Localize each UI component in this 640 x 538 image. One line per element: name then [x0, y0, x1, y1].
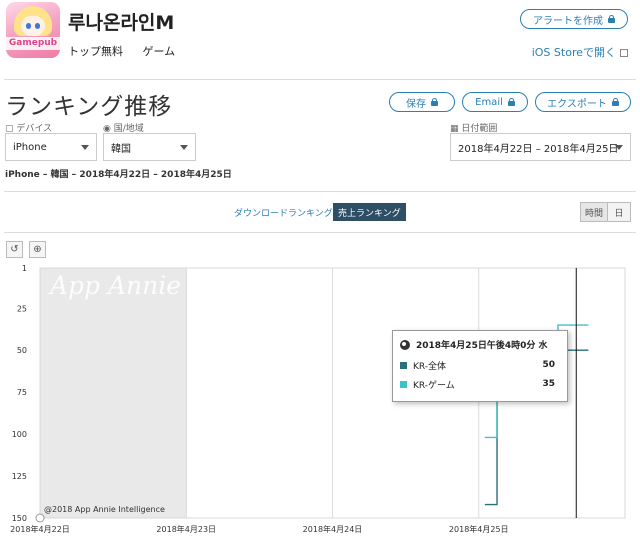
y-tick-label: 1 — [22, 264, 27, 273]
save-label: 保存 — [406, 98, 426, 110]
divider — [4, 232, 636, 233]
daily-toggle[interactable]: 日 — [607, 202, 631, 222]
globe-icon — [400, 339, 410, 350]
app-icon-badge: Gamepub — [6, 37, 60, 50]
chart-tooltip: 2018年4月25日午後4時0分 水 KR-全体 50 KR-ゲーム 35 — [392, 330, 568, 402]
chart-subtitle: iPhone – 韓国 – 2018年4月22日 – 2018年4月25日 — [5, 170, 232, 180]
device-select[interactable]: iPhone — [5, 133, 97, 161]
tooltip-series-name: KR-ゲーム — [413, 380, 455, 391]
lock-icon — [608, 15, 615, 23]
app-icon: Gamepub — [6, 2, 60, 58]
y-tick-label: 125 — [12, 472, 27, 481]
y-tick-label: 100 — [12, 430, 27, 439]
series-swatch — [400, 361, 407, 369]
chevron-down-icon — [615, 145, 623, 150]
y-tick-label: 25 — [17, 304, 27, 313]
page-title: ランキング推移 — [5, 94, 173, 120]
app-icon-eye — [35, 23, 40, 29]
app-categories: トップ無料 ゲーム — [68, 43, 175, 59]
create-alert-button[interactable]: アラートを作成 — [520, 9, 628, 29]
chevron-down-icon — [180, 145, 188, 150]
tooltip-series-value: 50 — [542, 360, 555, 370]
export-label: エクスポート — [547, 98, 607, 110]
email-label: Email — [475, 96, 503, 108]
undo-icon[interactable]: ↺ — [6, 241, 23, 258]
email-button[interactable]: Email — [462, 92, 528, 112]
download-ranking-tab[interactable]: ダウンロードランキング — [234, 206, 333, 219]
date-range-select[interactable]: 2018年4月22日 – 2018年4月25日 — [450, 133, 631, 161]
ios-store-label: iOS Storeで開く — [531, 46, 616, 59]
chart-shaded-region — [40, 268, 187, 518]
x-tick-label: 2018年4月24日 — [303, 524, 363, 534]
app-icon-eye — [26, 23, 31, 29]
x-tick-label: 2018年4月22日 — [10, 524, 70, 534]
category-genre[interactable]: ゲーム — [143, 45, 176, 58]
divider — [4, 79, 636, 80]
lock-icon — [431, 98, 438, 106]
tooltip-row: KR-ゲーム 35 — [400, 377, 555, 391]
tooltip-series-name: KR-全体 — [413, 361, 447, 372]
app-icon-face — [21, 16, 45, 36]
y-tick-label: 75 — [17, 388, 27, 397]
tooltip-datetime: 2018年4月25日午後4時0分 水 — [416, 341, 548, 351]
x-axis-handle — [35, 513, 45, 523]
lock-icon — [611, 98, 619, 106]
x-tick-label: 2018年4月23日 — [156, 524, 216, 534]
copyright-text: @2018 App Annie Intelligence — [44, 505, 165, 514]
chevron-down-icon — [81, 145, 89, 150]
zoom-in-icon[interactable]: ⊕ — [29, 241, 46, 258]
hourly-toggle[interactable]: 時間 — [580, 202, 608, 222]
revenue-ranking-tab[interactable]: 売上ランキング — [333, 203, 406, 221]
divider — [4, 191, 636, 192]
tooltip-header: 2018年4月25日午後4時0分 水 — [400, 338, 548, 351]
create-alert-label: アラートを作成 — [533, 15, 603, 27]
series-swatch — [400, 380, 407, 388]
device-value: iPhone — [13, 141, 47, 153]
country-value: 韓国 — [111, 143, 131, 155]
export-button[interactable]: エクスポート — [535, 92, 631, 112]
external-link-icon — [620, 49, 628, 57]
tooltip-row: KR-全体 50 — [400, 358, 555, 372]
save-button[interactable]: 保存 — [389, 92, 455, 112]
x-tick-label: 2018年4月25日 — [449, 524, 509, 534]
lock-icon — [507, 98, 515, 106]
y-tick-label: 50 — [17, 346, 27, 355]
app-title: 루나온라인M — [68, 12, 175, 34]
app-annie-watermark: App Annie — [50, 271, 182, 300]
y-tick-label: 150 — [12, 514, 27, 523]
category-rank-type[interactable]: トップ無料 — [68, 45, 123, 58]
date-range-value: 2018年4月22日 – 2018年4月25日 — [458, 143, 619, 155]
tooltip-series-value: 35 — [542, 379, 555, 389]
country-select[interactable]: 韓国 — [103, 133, 196, 161]
ios-store-link[interactable]: iOS Storeで開く — [532, 44, 628, 60]
